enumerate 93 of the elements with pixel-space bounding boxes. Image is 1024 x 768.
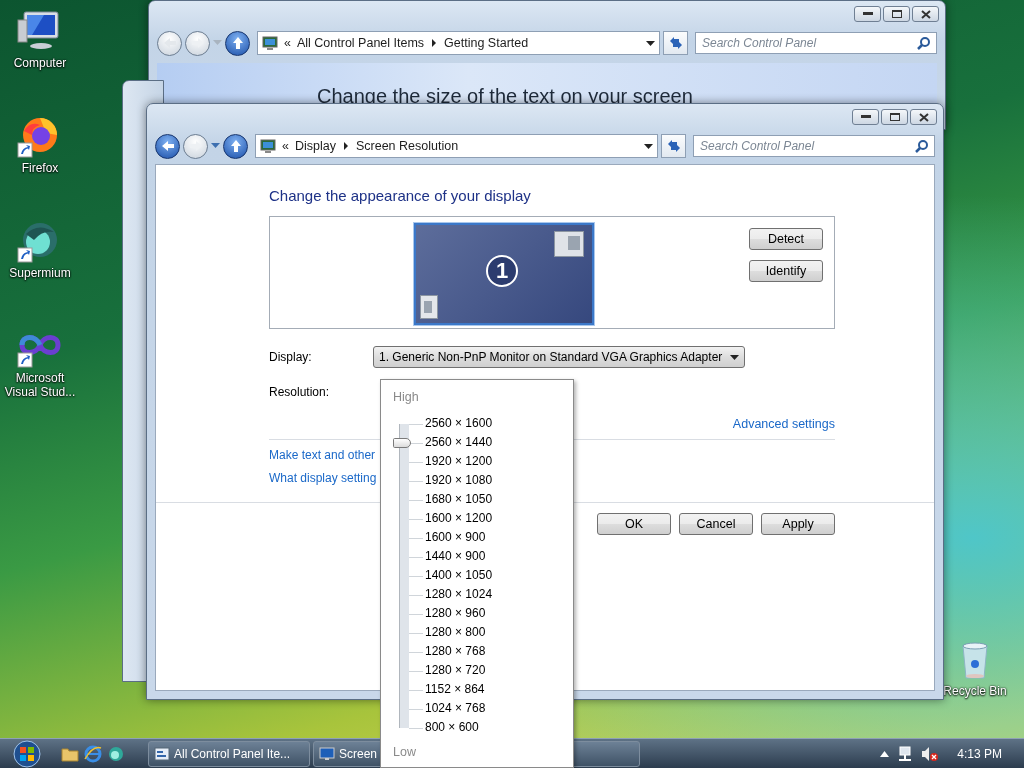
forward-button[interactable] <box>185 30 210 56</box>
monitor-number-badge: 1 <box>486 255 518 287</box>
side-button[interactable]: Identify <box>749 260 823 282</box>
resolution-option[interactable]: 1280 × 720 <box>425 661 493 680</box>
resolution-option[interactable]: 1440 × 900 <box>425 547 493 566</box>
resolution-option[interactable]: 1680 × 1050 <box>425 490 493 509</box>
folder-icon[interactable] <box>61 745 79 762</box>
search-icon[interactable] <box>915 139 929 153</box>
monitor-thumbnail[interactable]: 1 <box>414 223 594 325</box>
start-button[interactable] <box>11 739 43 768</box>
refresh-button[interactable] <box>661 134 686 158</box>
breadcrumb-item[interactable]: Screen Resolution <box>355 139 459 153</box>
maximize-icon <box>891 10 902 18</box>
resolution-option[interactable]: 2560 × 1440 <box>425 433 493 452</box>
dialog-button[interactable]: Cancel <box>679 513 753 535</box>
breadcrumb-item[interactable]: Getting Started <box>444 36 529 50</box>
advanced-settings-link[interactable]: Advanced settings <box>732 417 835 431</box>
resolution-option[interactable]: 1280 × 800 <box>425 623 493 642</box>
side-button[interactable]: Detect <box>749 228 823 250</box>
close-icon <box>918 112 929 122</box>
resolution-option[interactable]: 1600 × 1200 <box>425 509 493 528</box>
display-dropdown[interactable]: 1. Generic Non-PnP Monitor on Standard VGA Graphics Adapter <box>373 346 746 368</box>
maximize-button[interactable] <box>881 109 908 125</box>
search-icon[interactable] <box>917 36 931 50</box>
help-link[interactable]: Make text and other <box>269 448 376 462</box>
slider-thumb[interactable] <box>393 437 411 448</box>
dropdown-caret-icon[interactable] <box>646 40 655 46</box>
up-button[interactable] <box>223 133 248 159</box>
network-icon[interactable] <box>897 745 914 762</box>
browser-icon[interactable] <box>107 745 125 762</box>
field-label: Display: <box>269 350 313 364</box>
minimize-icon <box>862 12 873 16</box>
clock[interactable]: 4:13 PM <box>957 746 1002 761</box>
slider-high-label: High <box>393 390 420 406</box>
resolution-option[interactable]: 800 × 600 <box>425 718 493 737</box>
show-hidden-icons-icon[interactable] <box>880 750 890 757</box>
close-button[interactable] <box>910 109 937 125</box>
desktop-icon-label[interactable]: Microsoft Visual Stud... <box>0 371 80 399</box>
minimize-button[interactable] <box>854 6 881 22</box>
left-arrow-icon <box>162 37 177 49</box>
desktop-icon-label[interactable]: Computer <box>13 56 67 70</box>
slider-low-label: Low <box>393 745 417 761</box>
dropdown-caret-icon <box>730 354 740 360</box>
left-arrow-icon <box>160 140 175 152</box>
monitor-icon <box>319 746 335 761</box>
window-thumbnail-icon <box>420 295 438 319</box>
up-button[interactable] <box>225 30 250 56</box>
close-icon <box>920 9 931 19</box>
breadcrumb-arrow-icon <box>341 142 350 150</box>
resolution-option[interactable]: 1280 × 1024 <box>425 585 493 604</box>
taskbar-button[interactable]: All Control Panel Ite... <box>148 740 310 767</box>
dialog-button[interactable]: OK <box>597 513 671 535</box>
page-heading: Change the appearance of your display <box>269 187 532 206</box>
resolution-option[interactable]: 1600 × 900 <box>425 528 493 547</box>
desktop-icon-label[interactable]: Supermium <box>9 266 71 280</box>
resolution-option[interactable]: 1152 × 864 <box>425 680 493 699</box>
up-arrow-icon <box>229 139 242 153</box>
back-button[interactable] <box>155 133 180 159</box>
globe-icon[interactable] <box>84 744 102 763</box>
dialog-button[interactable]: Apply <box>761 513 835 535</box>
address-bar[interactable]: « Display Screen Resolution <box>255 134 658 158</box>
breadcrumb-overflow[interactable]: « <box>284 36 291 50</box>
control-panel-icon <box>262 35 278 51</box>
field-label: Resolution: <box>269 385 331 399</box>
resolution-option[interactable]: 1280 × 768 <box>425 642 493 661</box>
search-field[interactable]: Search Control Panel <box>693 135 935 157</box>
maximize-icon <box>889 113 900 121</box>
control-panel-icon <box>154 746 170 761</box>
resolution-option[interactable]: 1280 × 960 <box>425 604 493 623</box>
up-arrow-icon <box>231 36 244 50</box>
control-panel-icon <box>260 138 276 154</box>
minimize-icon <box>860 115 871 119</box>
resolution-option[interactable]: 2560 × 1600 <box>425 414 493 433</box>
muted-speaker-icon[interactable] <box>921 745 940 762</box>
breadcrumb-item[interactable]: Display <box>294 139 336 153</box>
maximize-button[interactable] <box>883 6 910 22</box>
address-bar[interactable]: « All Control Panel Items Getting Started <box>257 31 660 55</box>
dropdown-caret-icon[interactable] <box>644 143 653 149</box>
search-field[interactable]: Search Control Panel <box>695 32 937 54</box>
resolution-option[interactable]: 1920 × 1200 <box>425 452 493 471</box>
resolution-option[interactable]: 1024 × 768 <box>425 699 493 718</box>
desktop-icon-label[interactable]: Firefox <box>21 161 59 175</box>
breadcrumb-overflow[interactable]: « <box>282 139 289 153</box>
minimize-button[interactable] <box>852 109 879 125</box>
breadcrumb-item[interactable]: All Control Panel Items <box>296 36 425 50</box>
close-button[interactable] <box>912 6 939 22</box>
window-thumbnail-icon <box>554 231 584 257</box>
resolution-option[interactable]: 1400 × 1050 <box>425 566 493 585</box>
breadcrumb-arrow-icon <box>430 39 439 47</box>
refresh-button[interactable] <box>663 31 688 55</box>
recent-pages-caret-icon[interactable] <box>211 143 220 149</box>
resolution-option[interactable]: 1920 × 1080 <box>425 471 493 490</box>
help-link[interactable]: What display setting <box>269 471 377 485</box>
